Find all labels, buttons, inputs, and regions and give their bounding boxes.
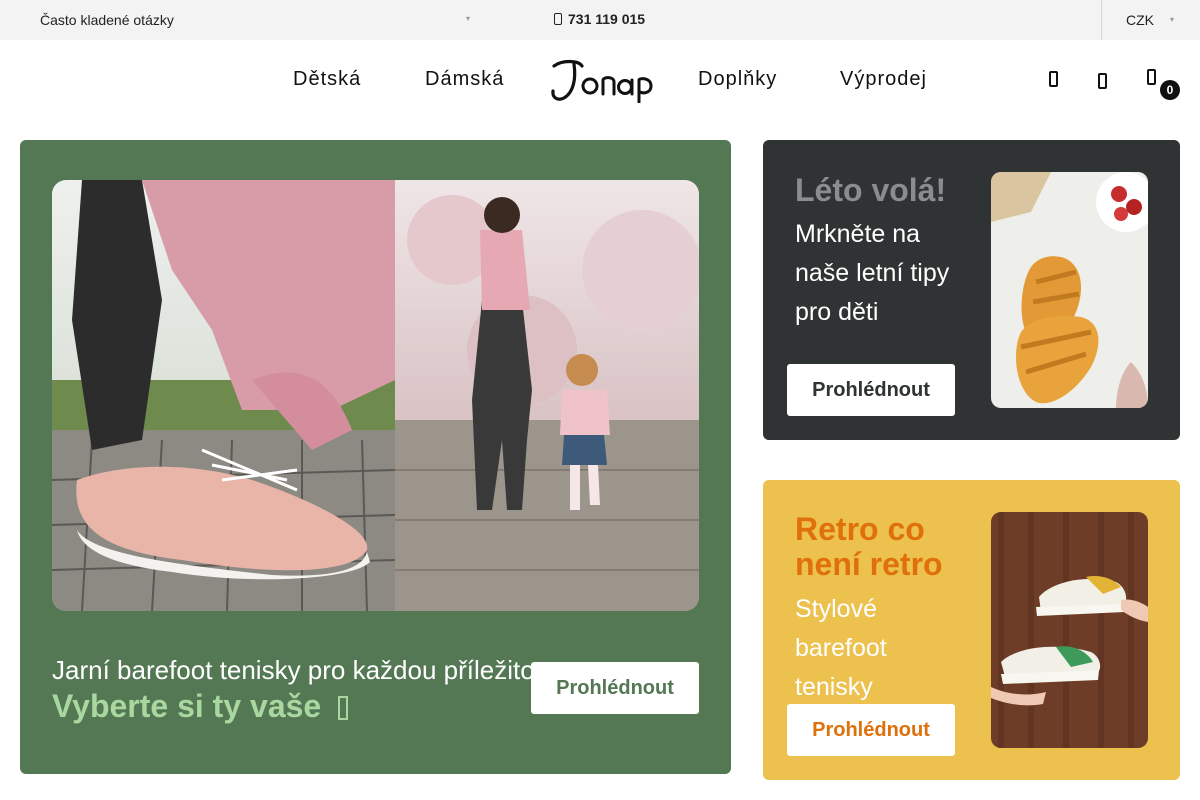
promo-photo-sneakers	[991, 512, 1148, 748]
promo-title: Léto volá!	[795, 172, 947, 208]
hero-subtitle: Jarní barefoot tenisky pro každou přílež…	[52, 655, 532, 685]
arrow-icon	[338, 696, 349, 720]
hero-browse-button[interactable]: Prohlédnout	[531, 662, 699, 714]
promo-description: Stylové barefoot tenisky	[795, 595, 887, 701]
divider	[1101, 0, 1102, 40]
faq-link[interactable]: Často kladené otázky	[40, 12, 174, 28]
hero-banner[interactable]: Jarní barefoot tenisky pro každou přílež…	[20, 140, 731, 774]
promo-card-retro[interactable]: Retro co není retro Stylové barefoot ten…	[763, 480, 1180, 780]
hero-cta-label: Vyberte si ty vaše	[52, 688, 322, 724]
promo-photo-sandals	[991, 172, 1148, 408]
currency-selector[interactable]: CZK	[1126, 12, 1154, 28]
top-bar: Často kladené otázky ▾ 731 119 015 CZK ▾	[0, 0, 1200, 40]
phone-number: 731 119 015	[568, 11, 646, 27]
currency-chevron-icon[interactable]: ▾	[1170, 15, 1174, 24]
cart-count-badge: 0	[1160, 80, 1180, 100]
promo-browse-button[interactable]: Prohlédnout	[787, 364, 955, 416]
nav-item-vyprodej[interactable]: Výprodej	[840, 68, 927, 91]
phone-link[interactable]: 731 119 015	[554, 11, 645, 27]
phone-icon	[554, 13, 562, 25]
user-icon[interactable]	[1091, 70, 1115, 94]
nav-item-damska[interactable]: Dámská	[425, 68, 504, 91]
promo-description: Mrkněte na naše letní tipy pro děti	[795, 220, 950, 326]
nav-item-detska[interactable]: Dětská	[293, 68, 361, 91]
jonap-logo[interactable]	[548, 58, 653, 103]
hero-photo	[52, 180, 699, 611]
promo-card-summer[interactable]: Léto volá! Mrkněte na naše letní tipy pr…	[763, 140, 1180, 440]
faq-chevron-icon[interactable]: ▾	[466, 14, 470, 23]
nav-item-doplnky[interactable]: Doplňky	[698, 68, 777, 91]
search-icon[interactable]	[1042, 68, 1066, 92]
promo-browse-button[interactable]: Prohlédnout	[787, 704, 955, 756]
promo-title: Retro co není retro	[795, 511, 943, 582]
hero-cta-text[interactable]: Vyberte si ty vaše	[52, 688, 349, 725]
